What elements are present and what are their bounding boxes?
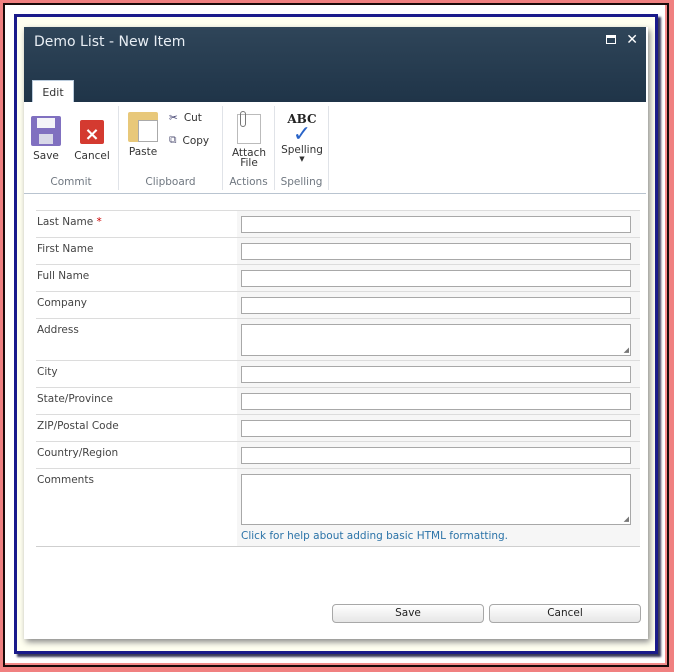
field-label: Country/Region [37,447,119,459]
attach-label-line2: File [240,157,258,169]
field-label: Last Name * [37,216,102,228]
field-label: ZIP/Postal Code [37,420,119,432]
cancel-icon: × [80,120,104,145]
cancel-button[interactable]: Cancel [489,604,641,623]
save-button[interactable]: Save [332,604,484,623]
form-row-last-name: Last Name * [36,210,640,237]
form-row-first-name: First Name [36,237,640,264]
ribbon-cancel-label: Cancel [74,150,110,162]
ribbon-attach-file-button[interactable]: Attach File [229,111,269,169]
ribbon-group-commit: Save × Cancel Commit [24,106,119,190]
dialog-title: Demo List - New Item [34,34,186,50]
ribbon-group-clipboard: Paste ✂ Cut ⧉ Copy Clipboard [119,106,223,190]
ribbon-spelling-button[interactable]: ABC ✓ Spelling ▼ [279,112,325,163]
last-name-input[interactable] [241,216,631,233]
field-label: First Name [37,243,94,255]
full-name-input[interactable] [241,270,631,287]
zip-postal-code-input[interactable] [241,420,631,437]
maximize-icon[interactable] [606,35,617,44]
form-row-company: Company [36,291,640,318]
dialog-titlebar: Demo List - New Item ✕ Edit [24,27,646,103]
form-divider [36,546,640,547]
comments-textarea[interactable]: ◢ [241,474,631,525]
field-label: Full Name [37,270,90,282]
required-marker: * [96,216,102,228]
ribbon-group-spelling: ABC ✓ Spelling ▼ Spelling [275,106,329,190]
form-row-address: Address ◢ [36,318,640,360]
ribbon-copy-button[interactable]: ⧉ Copy [169,134,209,147]
resize-grip-icon[interactable]: ◢ [624,515,629,523]
form-row-state: State/Province [36,387,640,414]
tab-edit[interactable]: Edit [32,80,74,103]
form-row-comments: Comments ◢ Click for help about adding b… [36,468,640,546]
ribbon-save-label: Save [33,150,59,162]
city-input[interactable] [241,366,631,383]
scissors-icon: ✂ [169,112,178,124]
state-province-input[interactable] [241,393,631,410]
ribbon-cancel-button[interactable]: × Cancel [72,116,112,162]
attach-file-icon [237,111,261,144]
address-textarea[interactable]: ◢ [241,324,631,356]
paste-icon [128,112,158,142]
ribbon-cut-button[interactable]: ✂ Cut [169,112,202,124]
field-label: Address [37,324,79,336]
save-icon [31,116,61,146]
ribbon-paste-button[interactable]: Paste [125,112,161,158]
close-icon[interactable]: ✕ [626,33,638,47]
new-item-dialog: Demo List - New Item ✕ Edit Save × Cance… [24,27,648,639]
copy-icon: ⧉ [169,134,177,146]
actions-group-label: Actions [229,176,268,188]
commit-group-label: Commit [50,176,92,188]
field-label: State/Province [37,393,114,405]
cut-label: Cut [183,112,202,124]
form-row-city: City [36,360,640,387]
ribbon: Save × Cancel Commit Paste ✂ Cut ⧉ Copy … [24,102,646,194]
copy-label: Copy [182,134,210,147]
item-form: Last Name * First Name Full Name Company… [36,210,640,547]
form-row-zip: ZIP/Postal Code [36,414,640,441]
spelling-check-icon: ✓ [292,122,312,147]
dropdown-arrow-icon: ▼ [299,155,305,163]
country-region-input[interactable] [241,447,631,464]
ribbon-group-actions: Attach File Actions [223,106,275,190]
ribbon-save-button[interactable]: Save [30,116,62,162]
field-label: Comments [37,474,94,486]
resize-grip-icon[interactable]: ◢ [624,346,629,354]
form-row-full-name: Full Name [36,264,640,291]
field-label: City [37,366,58,378]
form-row-country: Country/Region [36,441,640,468]
spelling-group-label: Spelling [280,176,323,188]
paste-label: Paste [128,146,158,158]
html-formatting-help-link[interactable]: Click for help about adding basic HTML f… [241,530,636,542]
first-name-input[interactable] [241,243,631,260]
clipboard-group-label: Clipboard [145,176,196,188]
company-input[interactable] [241,297,631,314]
field-label: Company [37,297,87,309]
